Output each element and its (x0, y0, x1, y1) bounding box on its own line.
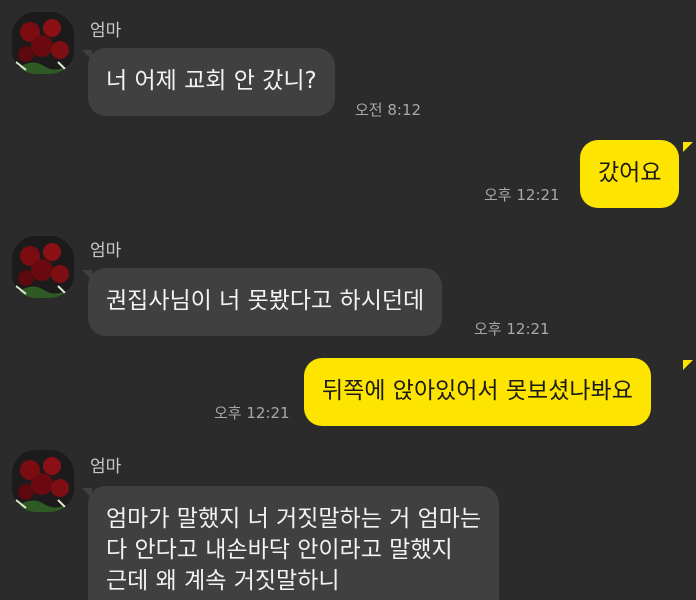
message-timestamp: 오전 8:12 (355, 101, 422, 119)
message-text-line: 다 안다고 내손바닥 안이라고 말했지 (106, 537, 453, 563)
roses-avatar-icon (12, 236, 74, 298)
bubble-tail (683, 142, 693, 152)
incoming-message-bubble[interactable]: 엄마가 말했지 너 거짓말하는 거 엄마는 다 안다고 내손바닥 안이라고 말했… (88, 486, 500, 600)
outgoing-message-bubble[interactable]: 뒤쪽에 앉아있어서 못보셨나봐요 (304, 358, 651, 426)
message-timestamp: 오후 12:21 (484, 186, 560, 204)
sender-name: 엄마 (90, 457, 122, 477)
sender-name: 엄마 (90, 21, 122, 41)
sender-avatar[interactable] (12, 236, 74, 298)
sender-avatar[interactable] (12, 12, 74, 74)
message-timestamp: 오후 12:21 (474, 320, 550, 338)
roses-avatar-icon (12, 450, 74, 512)
chat-thread: 엄마 너 어제 교회 안 갔니? 오전 8:12 오후 12:21 갔어요 엄마… (0, 0, 696, 600)
outgoing-message-bubble[interactable]: 갔어요 (580, 140, 680, 208)
message-text: 권집사님이 너 못봤다고 하시던데 (106, 288, 425, 314)
bubble-tail (683, 360, 693, 370)
roses-avatar-icon (12, 12, 74, 74)
message-text-line: 근데 왜 계속 거짓말하니 (106, 568, 340, 594)
sender-avatar[interactable] (12, 450, 74, 512)
incoming-message-bubble[interactable]: 너 어제 교회 안 갔니? (88, 48, 335, 116)
message-text: 갔어요 (598, 160, 662, 186)
incoming-message-bubble[interactable]: 권집사님이 너 못봤다고 하시던데 (88, 268, 443, 336)
message-timestamp: 오후 12:21 (214, 404, 290, 422)
message-text: 뒤쪽에 앉아있어서 못보셨나봐요 (322, 378, 633, 404)
message-text: 너 어제 교회 안 갔니? (106, 68, 317, 94)
sender-name: 엄마 (90, 241, 122, 261)
message-text-line: 엄마가 말했지 너 거짓말하는 거 엄마는 (106, 506, 482, 532)
